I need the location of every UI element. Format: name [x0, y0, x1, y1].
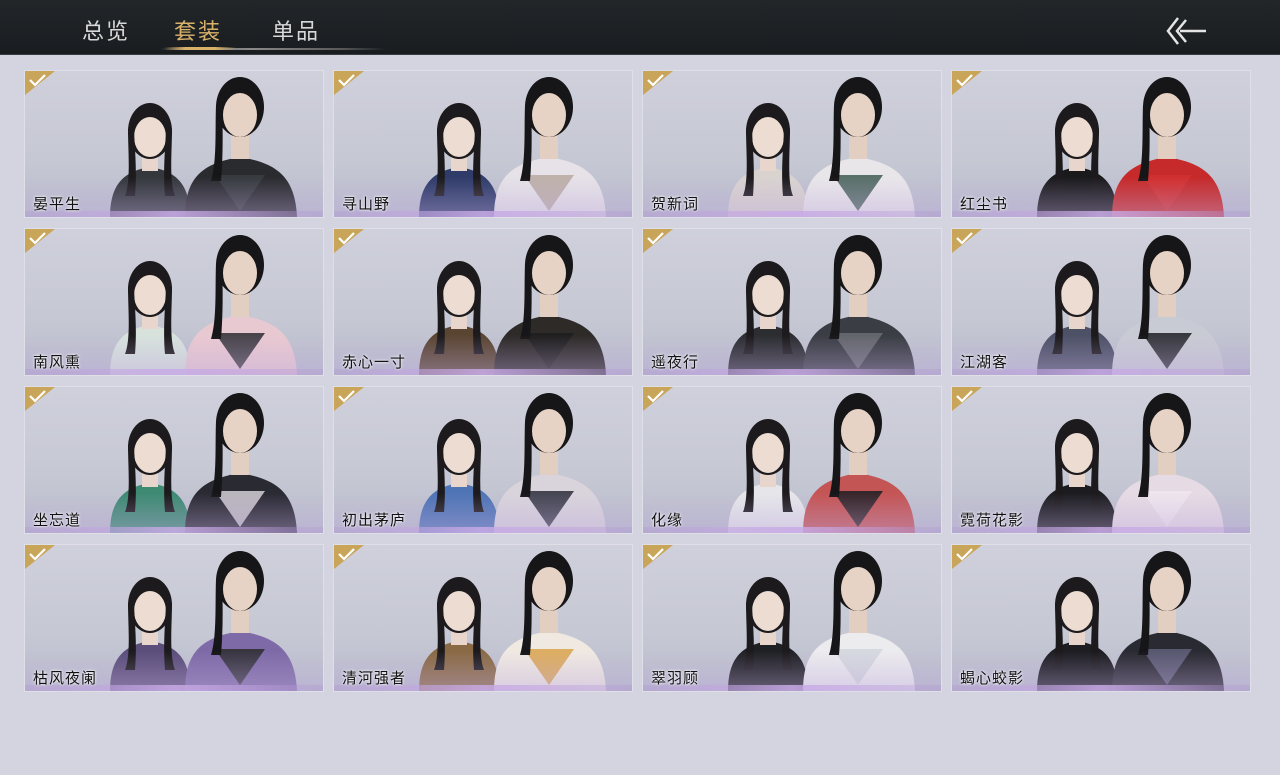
owned-check-icon — [643, 229, 673, 253]
outfit-card[interactable]: 霓荷花影 — [952, 387, 1250, 533]
outfit-name: 晏平生 — [33, 195, 82, 213]
owned-check-icon — [25, 71, 55, 95]
outfit-card[interactable]: 翠羽顾 — [643, 545, 941, 691]
outfit-grid: 晏平生 寻山野 贺新词 红尘书南风熏 赤心一寸 遥夜行 江湖客坐忘道 初出茅庐 化缘 霓荷花影枯风… — [0, 0, 1280, 775]
outfit-card[interactable]: 遥夜行 — [643, 229, 941, 375]
outfit-card[interactable]: 寻山野 — [334, 71, 632, 217]
outfit-name: 江湖客 — [960, 353, 1009, 371]
owned-check-icon — [25, 545, 55, 569]
owned-check-icon — [643, 71, 673, 95]
outfit-name: 清河强者 — [342, 669, 407, 687]
outfit-name: 霓荷花影 — [960, 511, 1025, 529]
owned-check-icon — [334, 229, 364, 253]
owned-check-icon — [643, 545, 673, 569]
outfit-name: 红尘书 — [960, 195, 1009, 213]
owned-check-icon — [952, 229, 982, 253]
outfit-name: 坐忘道 — [33, 511, 82, 529]
outfit-card[interactable]: 化缘 — [643, 387, 941, 533]
owned-check-icon — [952, 71, 982, 95]
outfit-card[interactable]: 江湖客 — [952, 229, 1250, 375]
outfit-card[interactable]: 坐忘道 — [25, 387, 323, 533]
owned-check-icon — [25, 229, 55, 253]
outfit-name: 赤心一寸 — [342, 353, 407, 371]
outfit-name: 南风熏 — [33, 353, 82, 371]
outfit-name: 遥夜行 — [651, 353, 700, 371]
outfit-card[interactable]: 晏平生 — [25, 71, 323, 217]
outfit-card[interactable]: 赤心一寸 — [334, 229, 632, 375]
outfit-card[interactable]: 红尘书 — [952, 71, 1250, 217]
owned-check-icon — [334, 387, 364, 411]
outfit-card[interactable]: 清河强者 — [334, 545, 632, 691]
outfit-name: 翠羽顾 — [651, 669, 700, 687]
outfit-name: 寻山野 — [342, 195, 391, 213]
owned-check-icon — [25, 387, 55, 411]
outfit-name: 蝎心蛟影 — [960, 669, 1025, 687]
outfit-name: 初出茅庐 — [342, 511, 407, 529]
outfit-name: 贺新词 — [651, 195, 700, 213]
outfit-card[interactable]: 初出茅庐 — [334, 387, 632, 533]
outfit-card[interactable]: 枯风夜阑 — [25, 545, 323, 691]
owned-check-icon — [334, 71, 364, 95]
owned-check-icon — [952, 387, 982, 411]
outfit-name: 化缘 — [651, 511, 684, 529]
owned-check-icon — [334, 545, 364, 569]
owned-check-icon — [952, 545, 982, 569]
outfit-name: 枯风夜阑 — [33, 669, 98, 687]
outfit-card[interactable]: 南风熏 — [25, 229, 323, 375]
owned-check-icon — [643, 387, 673, 411]
outfit-card[interactable]: 贺新词 — [643, 71, 941, 217]
card-bottom-border — [643, 527, 941, 533]
outfit-card[interactable]: 蝎心蛟影 — [952, 545, 1250, 691]
